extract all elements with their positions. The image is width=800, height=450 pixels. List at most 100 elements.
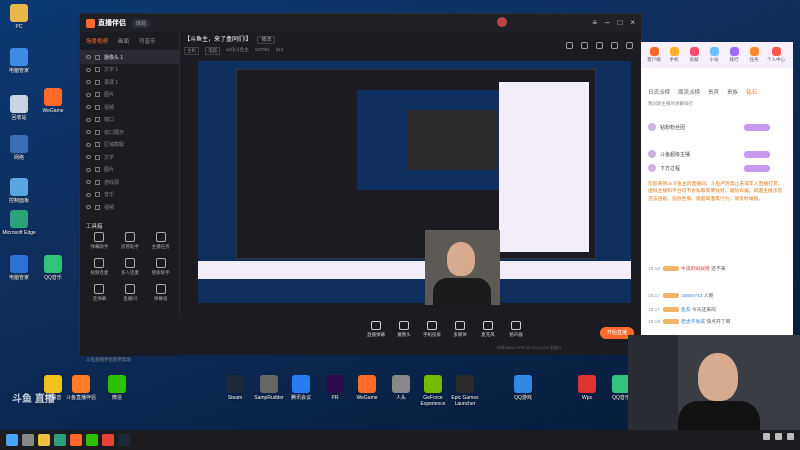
explorer-icon[interactable]: [38, 434, 50, 446]
douyu-icon[interactable]: [70, 434, 82, 446]
wegame-icon[interactable]: WeGame: [36, 88, 70, 114]
eye-icon[interactable]: [86, 55, 91, 60]
chat-top-rank[interactable]: 排行: [725, 47, 743, 63]
start-icon[interactable]: [6, 434, 18, 446]
tab-canvas[interactable]: 画面: [118, 37, 129, 45]
source-item[interactable]: 音乐: [80, 189, 179, 202]
steam-icon[interactable]: Steam: [218, 375, 252, 401]
eye-icon[interactable]: [86, 67, 91, 72]
source-item[interactable]: 视频: [80, 101, 179, 114]
source-item[interactable]: 图片: [80, 89, 179, 102]
edge-icon[interactable]: Microsoft Edge: [2, 210, 36, 236]
speaker-control[interactable]: 扬声器: [504, 321, 528, 338]
person-icon[interactable]: 人头: [384, 375, 418, 401]
avatar[interactable]: [497, 17, 507, 27]
source-item[interactable]: 文字: [80, 151, 179, 164]
wechat-icon[interactable]: 微信: [100, 375, 134, 401]
media-control[interactable]: 多媒体: [448, 321, 472, 338]
minimize-icon[interactable]: –: [605, 18, 609, 27]
chat-top-profile[interactable]: 个人中心: [767, 47, 785, 63]
eye-icon[interactable]: [86, 105, 91, 110]
eye-icon[interactable]: [86, 167, 91, 172]
eye-icon[interactable]: [86, 180, 91, 185]
mic-control[interactable]: 麦克风: [476, 321, 500, 338]
tool-multi-link[interactable]: 多人连麦: [115, 258, 146, 276]
tool-room[interactable]: 直播间: [115, 284, 146, 302]
source-item[interactable]: 窗口展示: [80, 126, 179, 139]
network-icon[interactable]: 网络: [2, 135, 36, 161]
tab-diamond[interactable]: 钻石: [746, 88, 757, 96]
epic-games-icon[interactable]: Epic Games Launcher: [448, 375, 482, 407]
source-item[interactable]: 窗口: [80, 114, 179, 127]
recycle-bin-icon[interactable]: 回收站: [2, 95, 36, 121]
samp-icon[interactable]: SampRudder: [252, 375, 286, 401]
douyu-companion-icon[interactable]: 斗鱼直播伴侣: [64, 375, 98, 401]
geforce-icon[interactable]: GeForce Experience: [416, 375, 450, 407]
chat-top-alt[interactable]: 小号: [705, 47, 723, 63]
edit-title-button[interactable]: 修改: [257, 36, 276, 44]
list-item[interactable]: 下方过程: [648, 163, 770, 173]
close-icon[interactable]: ×: [630, 18, 635, 27]
chrome-icon[interactable]: [102, 434, 114, 446]
chat-top-task[interactable]: 任务: [745, 47, 763, 63]
notification-icon[interactable]: [787, 433, 794, 440]
qq-game-icon[interactable]: QQ游戏: [506, 375, 540, 401]
network-icon[interactable]: [763, 433, 770, 440]
maximize-icon[interactable]: □: [617, 18, 622, 27]
share-icon[interactable]: [566, 42, 573, 49]
tab-vip[interactable]: 贵宾: [708, 88, 719, 96]
tool-danmu-helper[interactable]: 弹幕助手: [84, 232, 115, 250]
pc-manager-2-icon[interactable]: 电脑管家: [2, 255, 36, 281]
layers-icon[interactable]: [581, 42, 588, 49]
list-item[interactable]: 钻粉粉丝团: [648, 122, 770, 132]
eye-icon[interactable]: [86, 80, 91, 85]
tencent-meeting-icon[interactable]: 腾讯会议: [284, 375, 318, 401]
qq-music-icon[interactable]: QQ音乐: [36, 255, 70, 281]
tab-scene[interactable]: 场景视频: [86, 37, 108, 45]
menu-icon[interactable]: ≡: [592, 18, 597, 27]
chat-top-contribute[interactable]: 贡献: [685, 47, 703, 63]
edge-icon[interactable]: [54, 434, 66, 446]
tab-weekly[interactable]: 周流派榜: [678, 88, 700, 96]
tool-danmu-wall[interactable]: 弹幕墙: [145, 284, 176, 302]
eye-icon[interactable]: [86, 155, 91, 160]
eye-icon[interactable]: [86, 92, 91, 97]
source-item[interactable]: 视频: [80, 201, 179, 214]
tool-search[interactable]: 搜索助手: [145, 258, 176, 276]
help-link[interactable]: 斗鱼直播伴侣使用帮助: [86, 357, 131, 363]
eye-icon[interactable]: [86, 117, 91, 122]
source-item[interactable]: 录屏 1: [80, 76, 179, 89]
eye-icon[interactable]: [86, 205, 91, 210]
volume-icon[interactable]: [775, 433, 782, 440]
chat-top-phone[interactable]: 手机: [665, 47, 683, 63]
source-item[interactable]: 游戏源: [80, 176, 179, 189]
danmu-control[interactable]: 直播弹幕: [364, 321, 388, 338]
premiere-icon[interactable]: PR: [318, 375, 352, 401]
steam-icon[interactable]: [118, 434, 130, 446]
tool-room-admin[interactable]: 房管助手: [115, 232, 146, 250]
source-item[interactable]: 图片: [80, 164, 179, 177]
pc-manager-icon[interactable]: 电脑管家: [2, 48, 36, 74]
list-item[interactable]: 斗鱼超级主播: [648, 149, 770, 159]
tool-video-link[interactable]: 视频连麦: [84, 258, 115, 276]
phone-cast-control[interactable]: 手机投屏: [420, 321, 444, 338]
wps-icon[interactable]: Wps: [570, 375, 604, 401]
search-icon[interactable]: [22, 434, 34, 446]
tab-noble[interactable]: 贵族: [727, 88, 738, 96]
eye-icon[interactable]: [86, 130, 91, 135]
bell-icon[interactable]: [611, 42, 618, 49]
control-panel-icon[interactable]: 控制面板: [2, 178, 36, 204]
wegame-2-icon[interactable]: WeGame: [350, 375, 384, 401]
source-item[interactable]: 摄像头 1: [80, 51, 179, 64]
wechat-icon[interactable]: [86, 434, 98, 446]
tool-streamer-tasks[interactable]: 主播任务: [145, 232, 176, 250]
tab-music[interactable]: 可音乐: [139, 37, 156, 45]
tab-daily[interactable]: 日流派榜: [648, 88, 670, 96]
camera-control[interactable]: 摄像头: [392, 321, 416, 338]
upload-icon[interactable]: [626, 42, 633, 49]
source-item[interactable]: 文字 1: [80, 64, 179, 77]
source-item[interactable]: 区域截取: [80, 139, 179, 152]
eye-icon[interactable]: [86, 142, 91, 147]
this-pc-icon[interactable]: PC: [2, 4, 36, 30]
tool-danmu[interactable]: 连弹幕: [84, 284, 115, 302]
